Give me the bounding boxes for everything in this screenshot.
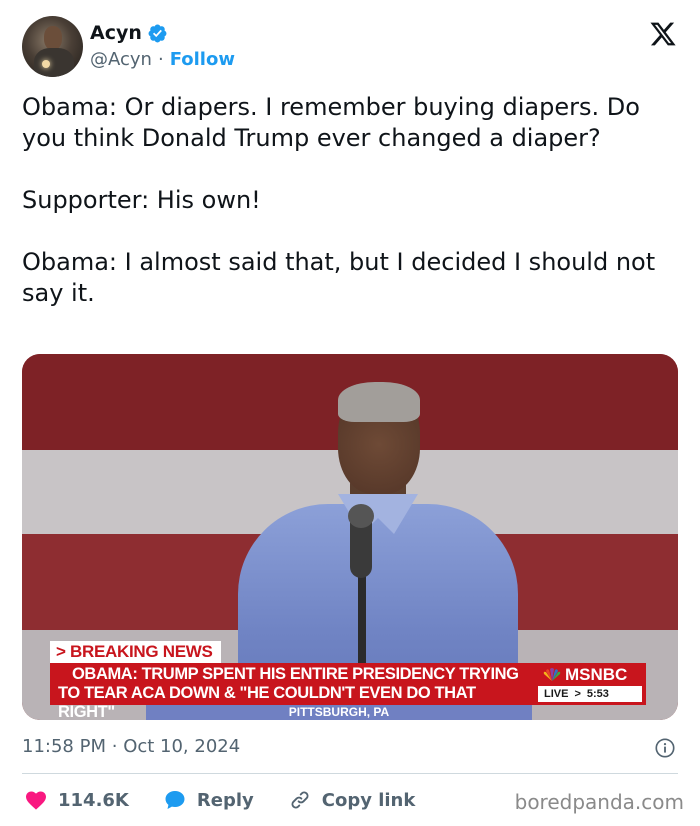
separator-dot: · bbox=[157, 49, 164, 70]
news-lower-third: OBAMA: TRUMP SPENT HIS ENTIRE PRESIDENCY… bbox=[50, 663, 646, 720]
broadcast-time: 5:53 bbox=[586, 688, 609, 700]
author-handle[interactable]: @Acyn bbox=[90, 49, 152, 70]
tweet-date: Oct 10, 2024 bbox=[123, 736, 241, 757]
heart-icon bbox=[26, 791, 46, 810]
tweet-meta-row: 11:58 PM · Oct 10, 2024 bbox=[22, 736, 678, 760]
live-arrow: > bbox=[574, 688, 581, 700]
live-indicator: LIVE > 5:53 bbox=[538, 686, 642, 702]
network-logo: MSNBC bbox=[542, 665, 627, 685]
tweet-media-video[interactable]: > BREAKING NEWS OBAMA: TRUMP SPENT HIS E… bbox=[22, 354, 678, 720]
watermark: boredpanda.com bbox=[514, 790, 684, 814]
breaking-news-label: > BREAKING NEWS bbox=[50, 641, 221, 663]
tweet-paragraph-2: Supporter: His own! bbox=[22, 186, 261, 214]
location-tag: PITTSBURGH, PA bbox=[146, 705, 532, 720]
speaker-hair bbox=[338, 382, 420, 422]
copy-link-label: Copy link bbox=[321, 789, 416, 811]
info-icon[interactable] bbox=[654, 737, 676, 759]
peacock-icon bbox=[543, 668, 561, 681]
like-count: 114.6K bbox=[58, 789, 129, 811]
reply-button[interactable]: Reply bbox=[163, 788, 254, 812]
avatar-face bbox=[44, 26, 62, 50]
author-handle-row: @Acyn · Follow bbox=[90, 49, 235, 70]
tweet-paragraph-1: Obama: Or diapers. I remember buying dia… bbox=[22, 93, 640, 152]
avatar-body bbox=[34, 48, 74, 77]
tweet-time: 11:58 PM bbox=[22, 736, 106, 757]
tweet-timestamp[interactable]: 11:58 PM · Oct 10, 2024 bbox=[22, 736, 240, 757]
network-brand: MSNBC LIVE > 5:53 bbox=[538, 663, 646, 705]
tweet-text: Obama: Or diapers. I remember buying dia… bbox=[22, 92, 678, 309]
network-name: MSNBC bbox=[565, 665, 628, 684]
author-name[interactable]: Acyn bbox=[90, 22, 142, 44]
link-icon bbox=[291, 791, 309, 809]
separator-dot: · bbox=[111, 736, 118, 757]
reply-label: Reply bbox=[196, 789, 254, 811]
tweet-actions: 114.6K Reply Copy link bbox=[24, 786, 449, 814]
verified-badge-icon bbox=[148, 24, 167, 42]
tweet-paragraph-3: Obama: I almost said that, but I decided… bbox=[22, 248, 656, 307]
speech-bubble-icon bbox=[165, 791, 185, 809]
tweet-header: Acyn @Acyn · Follow bbox=[22, 16, 678, 78]
follow-button[interactable]: Follow bbox=[170, 49, 235, 70]
author-name-row: Acyn bbox=[90, 22, 168, 44]
divider bbox=[22, 773, 678, 774]
avatar[interactable] bbox=[22, 16, 83, 77]
x-logo-icon[interactable] bbox=[648, 20, 678, 48]
live-label: LIVE bbox=[544, 688, 569, 700]
like-button[interactable]: 114.6K bbox=[24, 788, 129, 812]
avatar-light bbox=[42, 60, 50, 68]
news-headline-line-1: OBAMA: TRUMP SPENT HIS ENTIRE PRESIDENCY… bbox=[72, 665, 519, 683]
microphone-head bbox=[348, 504, 374, 528]
copy-link-button[interactable]: Copy link bbox=[288, 788, 416, 812]
